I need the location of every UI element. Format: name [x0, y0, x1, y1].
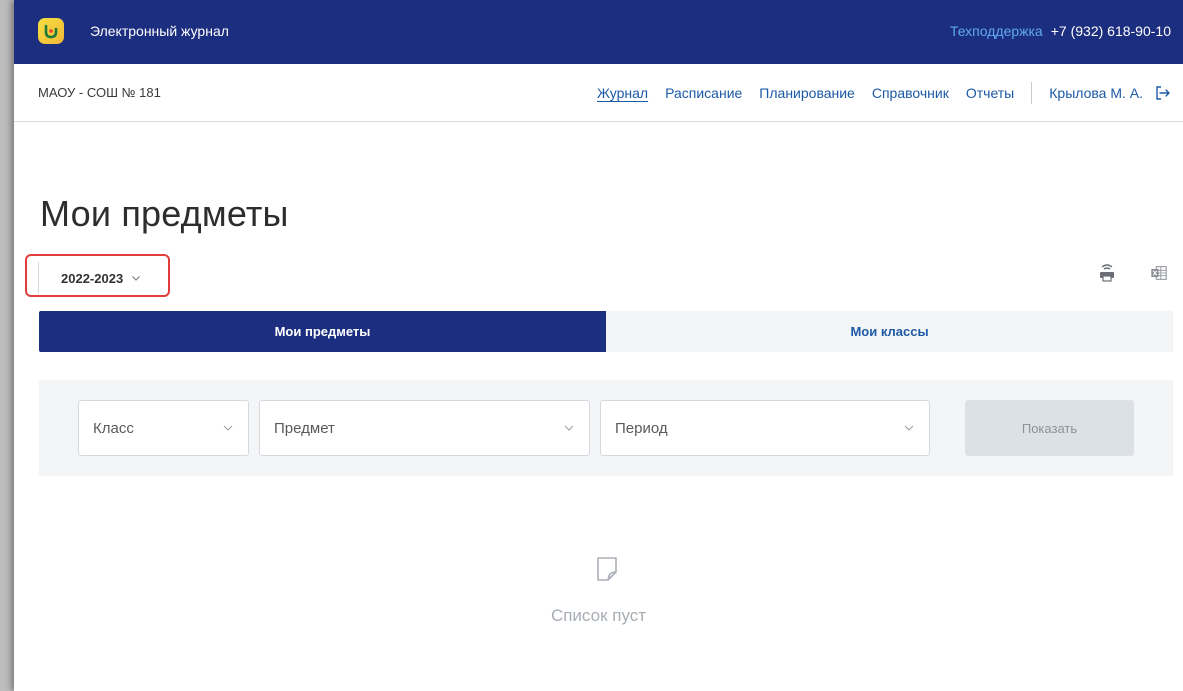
app-logo[interactable]	[38, 18, 64, 44]
nav-bar: МАОУ - СОШ № 181 Журнал Расписание Плани…	[14, 64, 1183, 122]
class-select-placeholder: Класс	[93, 419, 134, 437]
page-title: Мои предметы	[40, 193, 289, 234]
app-window: Электронный журнал Техподдержка +7 (932)…	[14, 0, 1183, 691]
toolbar-actions	[1097, 262, 1169, 284]
support-phone: +7 (932) 618-90-10	[1050, 23, 1171, 39]
chevron-down-icon	[223, 425, 233, 431]
nav-divider	[1031, 81, 1033, 104]
empty-note-icon	[597, 557, 617, 581]
year-select-highlight	[25, 254, 170, 297]
user-name-link[interactable]: Крылова М. А.	[1049, 85, 1143, 101]
school-name: МАОУ - СОШ № 181	[38, 85, 161, 100]
empty-state-text: Список пуст	[550, 606, 647, 625]
top-bar: Электронный журнал Техподдержка +7 (932)…	[14, 0, 1183, 64]
main-nav: Журнал Расписание Планирование Справочни…	[580, 81, 1171, 104]
support-link[interactable]: Техподдержка	[950, 23, 1043, 39]
tab-my-subjects[interactable]: Мои предметы	[39, 311, 606, 352]
show-button[interactable]: Показать	[965, 400, 1134, 456]
class-select[interactable]: Класс	[78, 400, 249, 456]
period-select[interactable]: Период	[600, 400, 930, 456]
excel-icon[interactable]	[1149, 262, 1169, 284]
tab-my-classes[interactable]: Мои классы	[606, 311, 1173, 352]
nav-reports[interactable]: Отчеты	[966, 85, 1014, 101]
nav-schedule[interactable]: Расписание	[665, 85, 742, 101]
nav-planning[interactable]: Планирование	[759, 85, 855, 101]
logo-icon	[44, 24, 58, 39]
period-select-placeholder: Период	[615, 419, 668, 437]
nav-journal[interactable]: Журнал	[597, 85, 648, 101]
chevron-down-icon	[564, 425, 574, 431]
chevron-down-icon	[904, 425, 914, 431]
subject-select[interactable]: Предмет	[259, 400, 590, 456]
app-title: Электронный журнал	[90, 23, 229, 39]
subject-select-placeholder: Предмет	[274, 419, 335, 437]
nav-reference[interactable]: Справочник	[872, 85, 949, 101]
view-tabs: Мои предметы Мои классы	[39, 311, 1173, 352]
logout-icon[interactable]	[1155, 85, 1171, 101]
print-icon[interactable]	[1097, 262, 1117, 284]
filter-panel: Класс Предмет Период Показать	[39, 380, 1173, 476]
